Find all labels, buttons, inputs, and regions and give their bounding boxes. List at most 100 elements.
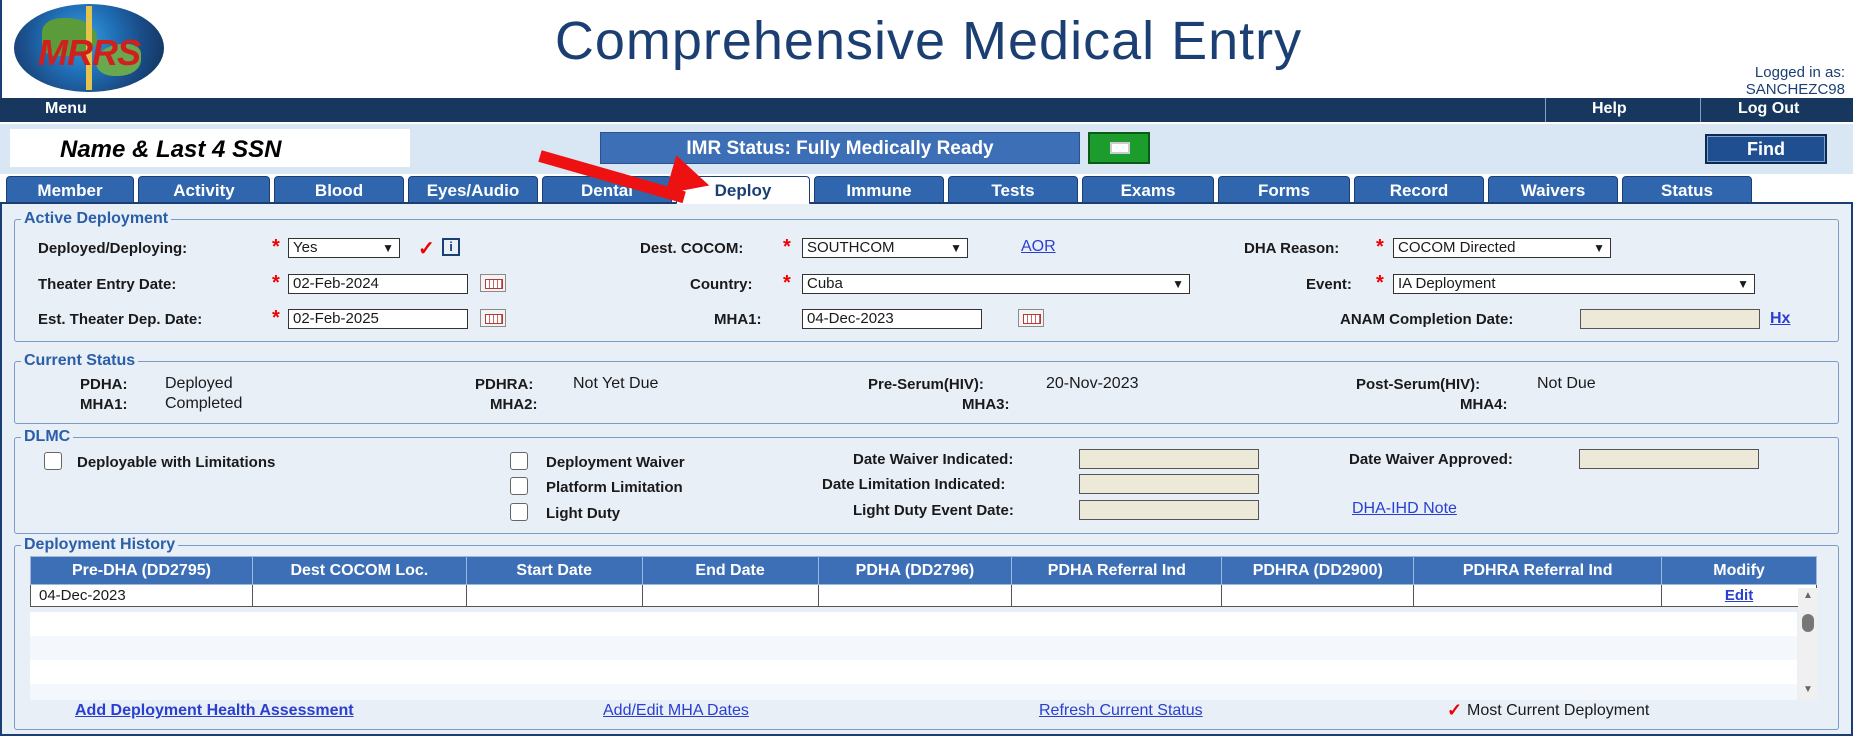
hx-link[interactable]: Hx [1770,310,1790,328]
deployed-select[interactable]: Yes ▼ [288,238,400,258]
deployable-limitations-label: Deployable with Limitations [77,454,276,471]
post-serum-value: Not Due [1537,375,1596,392]
deployed-label: Deployed/Deploying: [38,240,188,257]
column-header: PDHA Referral Ind [1011,556,1223,585]
scroll-up-icon[interactable]: ▲ [1803,590,1813,601]
checkmark-icon: ✓ [1447,700,1463,720]
tab-tests[interactable]: Tests [948,176,1078,203]
chevron-down-icon: ▼ [1172,277,1184,291]
section-title: Active Deployment [24,210,169,227]
tab-activity[interactable]: Activity [138,176,270,203]
theater-entry-date-field[interactable]: 02-Feb-2024 [288,274,468,294]
table-row: 04-Dec-2023 Edit [30,584,1817,607]
event-label: Event: [1306,276,1352,293]
chevron-down-icon: ▼ [950,241,962,255]
calendar-icon[interactable] [1018,309,1044,327]
dha-reason-select[interactable]: COCOM Directed ▼ [1393,238,1611,258]
tab-forms[interactable]: Forms [1218,176,1350,203]
printer-icon [1110,142,1130,154]
tab-blood[interactable]: Blood [274,176,404,203]
mha1-date-field[interactable]: 04-Dec-2023 [802,309,982,329]
print-button[interactable] [1088,132,1150,164]
anam-label: ANAM Completion Date: [1340,311,1514,328]
find-button[interactable]: Find [1705,134,1827,164]
tab-record[interactable]: Record [1354,176,1484,203]
identity-bar: Name & Last 4 SSN IMR Status: Fully Medi… [0,124,1853,174]
menu-button[interactable]: Menu [45,100,87,118]
column-header: PDHA (DD2796) [817,556,1013,585]
column-header: Start Date [465,556,643,585]
country-select[interactable]: Cuba ▼ [802,274,1190,294]
logged-in-user: SANCHEZC98 [1745,81,1845,98]
deployment-history-table: Pre-DHA (DD2795) Dest COCOM Loc. Start D… [30,556,1817,607]
anam-date-field[interactable] [1580,309,1760,329]
mha2-status-label: MHA2: [490,396,538,413]
logout-link[interactable]: Log Out [1738,100,1799,118]
deployable-limitations-checkbox[interactable] [44,452,62,470]
menu-bar: Menu Help Log Out [0,98,1853,122]
chevron-down-icon: ▼ [382,241,394,255]
tab-member[interactable]: Member [6,176,134,203]
table-cell: 04-Dec-2023 [30,584,253,607]
pre-serum-label: Pre-Serum(HIV): [868,376,984,393]
member-name-box: Name & Last 4 SSN [10,129,410,167]
table-cell [251,584,467,607]
chevron-down-icon: ▼ [1737,277,1749,291]
edit-link[interactable]: Edit [1725,587,1753,604]
table-cell [1221,584,1415,607]
dha-reason-label: DHA Reason: [1244,240,1340,257]
calendar-icon[interactable] [480,274,506,292]
light-duty-checkbox[interactable] [510,503,528,521]
scroll-thumb[interactable] [1802,614,1814,632]
mha4-status-label: MHA4: [1460,396,1508,413]
light-duty-event-date-field[interactable] [1079,500,1259,520]
tab-eyes-audio[interactable]: Eyes/Audio [408,176,538,203]
cocom-label: Dest. COCOM: [640,240,744,257]
checkmark-icon: ✓ [418,238,435,260]
date-waiver-approved-field[interactable] [1579,449,1759,469]
pdhra-label: PDHRA: [475,376,534,393]
table-cell [1011,584,1223,607]
column-header: End Date [641,556,819,585]
date-waiver-indicated-field[interactable] [1079,449,1259,469]
est-dep-date-field[interactable]: 02-Feb-2025 [288,309,468,329]
mha1-status-value: Completed [165,395,243,412]
refresh-status-link[interactable]: Refresh Current Status [1039,702,1203,720]
imr-status-badge: IMR Status: Fully Medically Ready [600,132,1080,164]
tab-status[interactable]: Status [1622,176,1752,203]
tab-bar: Member Activity Blood Eyes/Audio Dental … [0,176,1853,205]
calendar-icon[interactable] [480,309,506,327]
add-dha-link[interactable]: Add Deployment Health Assessment [75,702,354,720]
post-serum-label: Post-Serum(HIV): [1356,376,1481,393]
app-header: MRRS Comprehensive Medical Entry Logged … [0,0,1853,98]
deployment-waiver-checkbox[interactable] [510,452,528,470]
scroll-down-icon[interactable]: ▼ [1803,684,1813,695]
country-label: Country: [690,276,753,293]
column-header: PDHRA (DD2900) [1221,556,1415,585]
aor-link[interactable]: AOR [1021,238,1056,256]
column-header: PDHRA Referral Ind [1413,556,1663,585]
page-title: Comprehensive Medical Entry [554,11,1303,71]
info-icon[interactable]: i [442,238,460,256]
section-title: Current Status [24,352,136,369]
pdha-value: Deployed [165,375,233,392]
most-current-legend: Most Current Deployment [1467,702,1650,719]
event-select[interactable]: IA Deployment ▼ [1393,274,1755,294]
dha-ihd-note-link[interactable]: DHA-IHD Note [1352,500,1457,518]
pdhra-value: Not Yet Due [573,375,659,392]
platform-limitation-checkbox[interactable] [510,477,528,495]
section-title: DLMC [24,428,71,445]
help-link[interactable]: Help [1592,100,1627,118]
column-header: Pre-DHA (DD2795) [30,556,253,585]
tab-waivers[interactable]: Waivers [1488,176,1618,203]
est-dep-label: Est. Theater Dep. Date: [38,311,203,328]
add-edit-mha-link[interactable]: Add/Edit MHA Dates [603,702,749,720]
theater-entry-label: Theater Entry Date: [38,276,177,293]
tab-exams[interactable]: Exams [1082,176,1214,203]
cocom-select[interactable]: SOUTHCOM ▼ [802,238,968,258]
history-scrollbar[interactable]: ▲ ▼ [1798,588,1818,700]
tab-immune[interactable]: Immune [814,176,944,203]
platform-limitation-label: Platform Limitation [546,479,683,496]
date-limitation-indicated-field[interactable] [1079,474,1259,494]
history-empty-area [30,612,1797,700]
